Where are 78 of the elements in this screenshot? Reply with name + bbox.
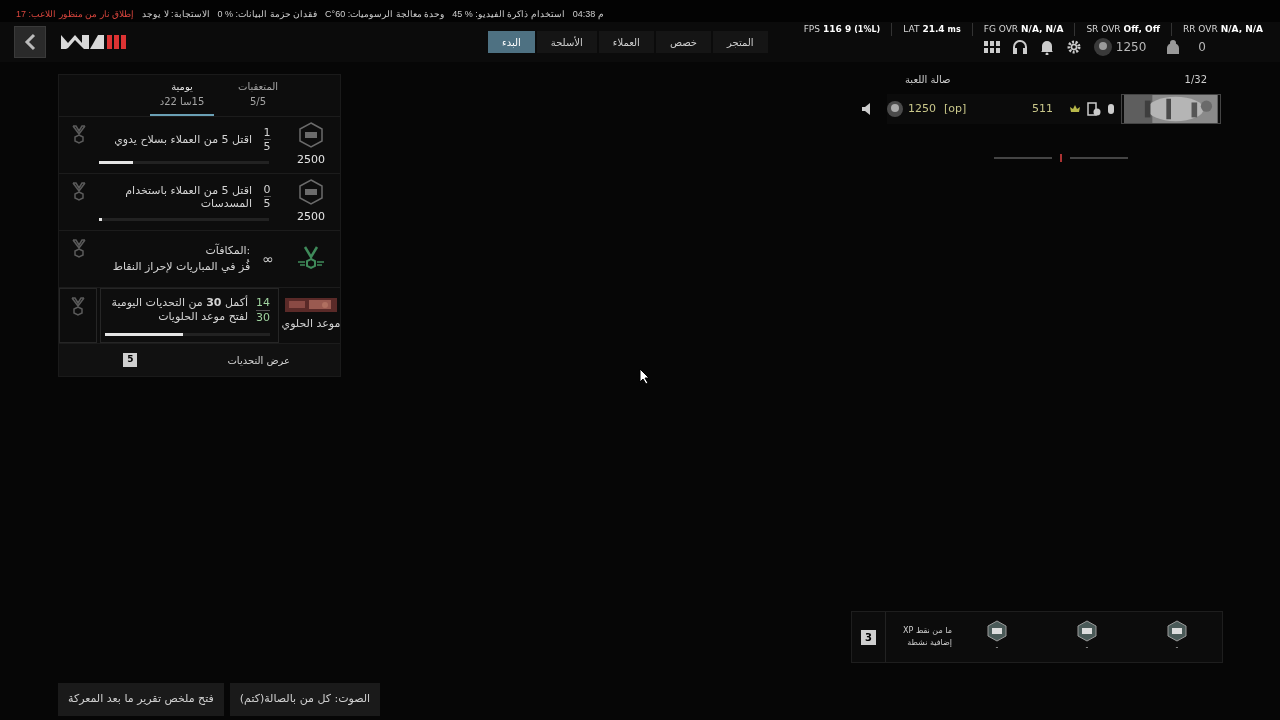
- mouse-icon: [1107, 103, 1115, 115]
- token-count-badge: 3: [861, 629, 876, 645]
- challenge-count-badge: 5: [123, 353, 138, 367]
- status-text: وحدة معالجة الرسوميات: 60°C: [325, 9, 445, 20]
- nav-tab[interactable]: المتجر: [713, 31, 768, 53]
- medal-icon: [70, 297, 86, 317]
- nav-tab[interactable]: الأسلحة: [536, 31, 597, 53]
- token-label: -: [1175, 642, 1179, 654]
- grid-icon[interactable]: [983, 41, 1000, 53]
- party-icon[interactable]: [1166, 39, 1181, 55]
- bell-icon[interactable]: [1039, 39, 1054, 55]
- stat-label: FG OVR: [983, 23, 1019, 35]
- player-tag: [op]: [944, 100, 967, 118]
- xp-reward: 2500: [297, 151, 325, 168]
- medal-icon: [71, 182, 87, 202]
- stat-label: RR OVR: [1183, 23, 1218, 35]
- status-text: استخدام ذاكرة الفيديو: % 45: [452, 9, 565, 20]
- player-name: 511: [1032, 100, 1053, 117]
- stat-value: 21.4: [922, 23, 945, 35]
- xp-token-text: ما من نقط XP إضافية نشطة: [902, 625, 952, 649]
- rewards-text: فُز في المباريات لإحراز النقاط: [112, 259, 251, 275]
- avatar-icon[interactable]: [1093, 38, 1112, 56]
- token-label: -: [995, 642, 999, 654]
- xp-reward: 2500: [297, 208, 325, 225]
- nav-tab[interactable]: خصص: [655, 31, 711, 53]
- status-text: م 04:38: [572, 9, 604, 20]
- nav-tab[interactable]: البدء: [488, 31, 535, 53]
- stat-label: LAT: [903, 23, 920, 35]
- rank-icon: [887, 101, 903, 117]
- stat-value: N/A, N/A: [1220, 23, 1263, 35]
- medal-icon: [71, 239, 87, 259]
- stat-unit: (1%L): [854, 24, 881, 36]
- console-icon: [1087, 102, 1101, 116]
- divider-line: [994, 157, 1052, 159]
- stat-label: SR OVR: [1086, 23, 1121, 35]
- party-count: 0: [1198, 39, 1206, 56]
- token-label: -: [1085, 642, 1089, 654]
- event-name: موعد الحلوي: [281, 316, 341, 333]
- stat-label: FPS: [803, 23, 820, 35]
- nav-tab[interactable]: العملاء: [598, 31, 654, 53]
- challenge-total: 30: [256, 309, 270, 325]
- headset-icon[interactable]: [1011, 39, 1028, 55]
- stat-value: 116 9: [823, 23, 852, 35]
- stat-value: N/A, N/A: [1021, 23, 1064, 35]
- rewards-title: المكافآت:: [205, 242, 251, 259]
- xp-icon: [299, 178, 323, 205]
- winged-medal-icon: [297, 246, 325, 272]
- status-text: الاستجابة: لا يوجد: [142, 9, 210, 20]
- challenge-text: اقتل 5 من العملاء بسلاح يدوي: [114, 133, 252, 146]
- lobby-title: صالة اللعبة: [905, 72, 951, 87]
- status-text: فقدان حزمة البيانات: % 0: [217, 9, 318, 20]
- stat-unit: ms: [947, 24, 961, 36]
- xp-token-icon[interactable]: [1077, 620, 1097, 642]
- player-rank: 1250: [908, 100, 936, 117]
- challenge-total: 5: [263, 196, 271, 210]
- lobby-action-button[interactable]: فتح ملخص تقرير ما بعد المعركة: [58, 683, 224, 716]
- challenge-total: 5: [263, 139, 271, 153]
- medal-icon: [71, 125, 87, 145]
- divider-line: [1070, 157, 1128, 159]
- speaker-icon[interactable]: [861, 103, 873, 115]
- currency-amount: 1250: [1115, 39, 1147, 56]
- lobby-action-button[interactable]: الصوت: كل من بالصالة(كتم): [229, 683, 381, 716]
- xp-icon: [299, 121, 323, 148]
- cursor-icon: [639, 368, 651, 385]
- settings-icon[interactable]: [1065, 39, 1082, 55]
- back-button[interactable]: [14, 26, 46, 58]
- stat-value: Off, Off: [1123, 23, 1160, 35]
- player-row[interactable]: 1250 [op] 511: [887, 94, 1221, 124]
- xp-token-icon[interactable]: [987, 620, 1007, 642]
- game-logo: [60, 34, 128, 50]
- infinity-symbol: ∞: [262, 249, 274, 269]
- lobby-count: 1/32: [1184, 72, 1207, 87]
- xp-token-icon[interactable]: [1167, 620, 1187, 642]
- crown-icon: [1069, 103, 1081, 115]
- status-text: إطلاق نار من منظور اللاعب: 17: [16, 9, 135, 20]
- challenge-text: اقتل 5 من العملاء باستخدام المسدسات: [124, 183, 252, 210]
- loading-marker: [1060, 154, 1062, 162]
- challenge-tab[interactable]: يومية 15سا 22د: [150, 75, 214, 116]
